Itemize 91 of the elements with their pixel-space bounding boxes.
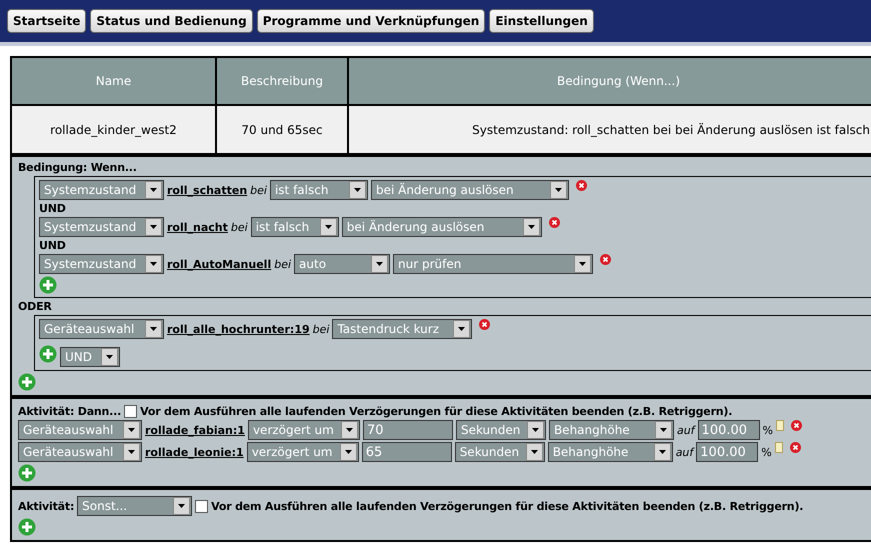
device-link[interactable]: rollade_leonie:1 <box>145 446 244 458</box>
condition-link[interactable]: roll_schatten <box>167 184 248 196</box>
value-field[interactable]: 100.00 <box>696 442 758 462</box>
dropdown-select[interactable]: nur prüfen <box>393 254 594 274</box>
caret-icon <box>150 327 157 331</box>
dropdown-select[interactable]: Systemzustand <box>39 180 164 200</box>
add-icon[interactable] <box>18 464 36 482</box>
caret-icon <box>324 225 332 229</box>
dropdown-select[interactable]: Tastendruck kurz <box>332 319 472 339</box>
nav-button[interactable]: Einstellungen <box>489 9 594 33</box>
add-icon[interactable] <box>18 373 36 391</box>
bei-label: bei <box>274 258 292 270</box>
caret-icon <box>579 262 586 266</box>
column-header: Name <box>12 58 217 106</box>
dropdown-select[interactable]: bei Änderung auslösen <box>342 217 542 237</box>
delete-icon[interactable] <box>479 319 490 330</box>
section-title: Aktivität: Dann... <box>18 405 122 418</box>
dropdown-select[interactable]: Sonst... <box>77 496 192 516</box>
caret-icon <box>150 188 157 192</box>
dropdown-select[interactable]: UND <box>60 347 120 367</box>
bei-label: bei <box>312 322 330 336</box>
caret-icon <box>530 450 538 454</box>
caret-icon <box>658 450 666 454</box>
percent-label: % <box>762 424 773 436</box>
nav-button[interactable]: Status und Bedienung <box>90 9 253 33</box>
condition-link[interactable]: roll_alle_hochrunter:19 <box>167 322 310 336</box>
dropdown-select[interactable]: Systemzustand <box>39 217 164 237</box>
nav-button[interactable]: Startseite <box>7 9 86 33</box>
table-cell: Systemzustand: roll_schatten bei bei Änderung auslösen ist falsch <box>349 106 871 153</box>
section-title: Bedingung: Wenn... <box>18 161 138 174</box>
auf-label: auf <box>676 446 694 458</box>
dropdown-select[interactable]: Geräteauswahl <box>18 420 142 440</box>
delete-icon[interactable] <box>576 180 587 191</box>
dropdown-select[interactable]: Geräteauswahl <box>18 442 142 462</box>
section-title: Aktivität: <box>18 500 74 512</box>
checkbox[interactable] <box>195 500 208 512</box>
table-cell: rollade_kinder_west2 <box>12 106 217 153</box>
delete-icon[interactable] <box>600 254 612 265</box>
dropdown-select[interactable]: bei Änderung auslösen <box>370 180 569 200</box>
caret-icon <box>344 450 352 454</box>
delay-field[interactable]: 65 <box>362 442 452 462</box>
caret-icon <box>178 504 186 508</box>
column-header: Beschreibung <box>217 58 349 106</box>
dropdown-select[interactable]: Geräteauswahl <box>39 319 164 339</box>
caret-icon <box>354 188 361 192</box>
caret-icon <box>346 428 353 432</box>
dropdown-select[interactable]: Behanghöhe <box>548 442 673 462</box>
or-label: ODER <box>18 300 53 313</box>
checkbox-label: Vor dem Ausführen alle laufenden Verzögerungen für diese Aktivitäten beenden (z.B. Retriggern). <box>140 405 732 418</box>
and-label: UND <box>39 239 67 252</box>
column-header: Bedingung (Wenn...) <box>349 58 871 106</box>
caret-icon <box>128 428 135 432</box>
device-link[interactable]: rollade_fabian:1 <box>145 424 245 436</box>
caret-icon <box>528 225 535 229</box>
caret-icon <box>660 428 667 432</box>
caret-icon <box>554 188 562 192</box>
delete-icon[interactable] <box>791 420 802 431</box>
dropdown-select[interactable]: verzögert um <box>246 442 359 462</box>
dropdown-select[interactable]: Sekunden <box>454 442 545 462</box>
condition-link[interactable]: roll_nacht <box>167 220 228 234</box>
checkbox-label: Vor dem Ausführen alle laufenden Verzögerungen für diese Aktivitäten beenden (z.B. Retriggern). <box>211 500 804 512</box>
dropdown-select[interactable]: verzögert um <box>248 420 360 440</box>
bei-label: bei <box>250 184 267 196</box>
add-icon[interactable] <box>18 518 36 536</box>
caret-icon <box>150 262 157 266</box>
condition-link[interactable]: roll_AutoManuell <box>167 258 272 270</box>
caret-icon <box>128 450 135 454</box>
caret-icon <box>106 355 113 359</box>
dropdown-select[interactable]: Sekunden <box>456 420 546 440</box>
dropdown-select[interactable]: auto <box>294 254 390 274</box>
add-icon[interactable] <box>39 345 57 363</box>
caret-icon <box>376 262 384 266</box>
and-label: UND <box>39 202 67 215</box>
auf-label: auf <box>676 424 695 436</box>
delete-icon[interactable] <box>548 217 560 228</box>
caret-icon <box>532 428 539 432</box>
caret-icon <box>150 225 157 229</box>
dropdown-select[interactable]: ist falsch <box>250 217 339 237</box>
add-icon[interactable] <box>39 276 57 294</box>
dropdown-select[interactable]: Systemzustand <box>39 254 164 274</box>
checkbox[interactable] <box>124 405 138 418</box>
value-field[interactable]: 100.00 <box>698 420 760 440</box>
percent-label: % <box>761 446 772 458</box>
caret-icon <box>458 327 466 331</box>
nav-button[interactable]: Programme und Verknüpfungen <box>256 9 486 33</box>
table-cell: 70 und 65sec <box>217 106 349 153</box>
dropdown-select[interactable]: Behanghöhe <box>548 420 674 440</box>
delay-field[interactable]: 70 <box>362 420 453 440</box>
dropdown-select[interactable]: ist falsch <box>270 180 368 200</box>
bei-label: bei <box>230 220 248 234</box>
delete-icon[interactable] <box>790 442 801 453</box>
